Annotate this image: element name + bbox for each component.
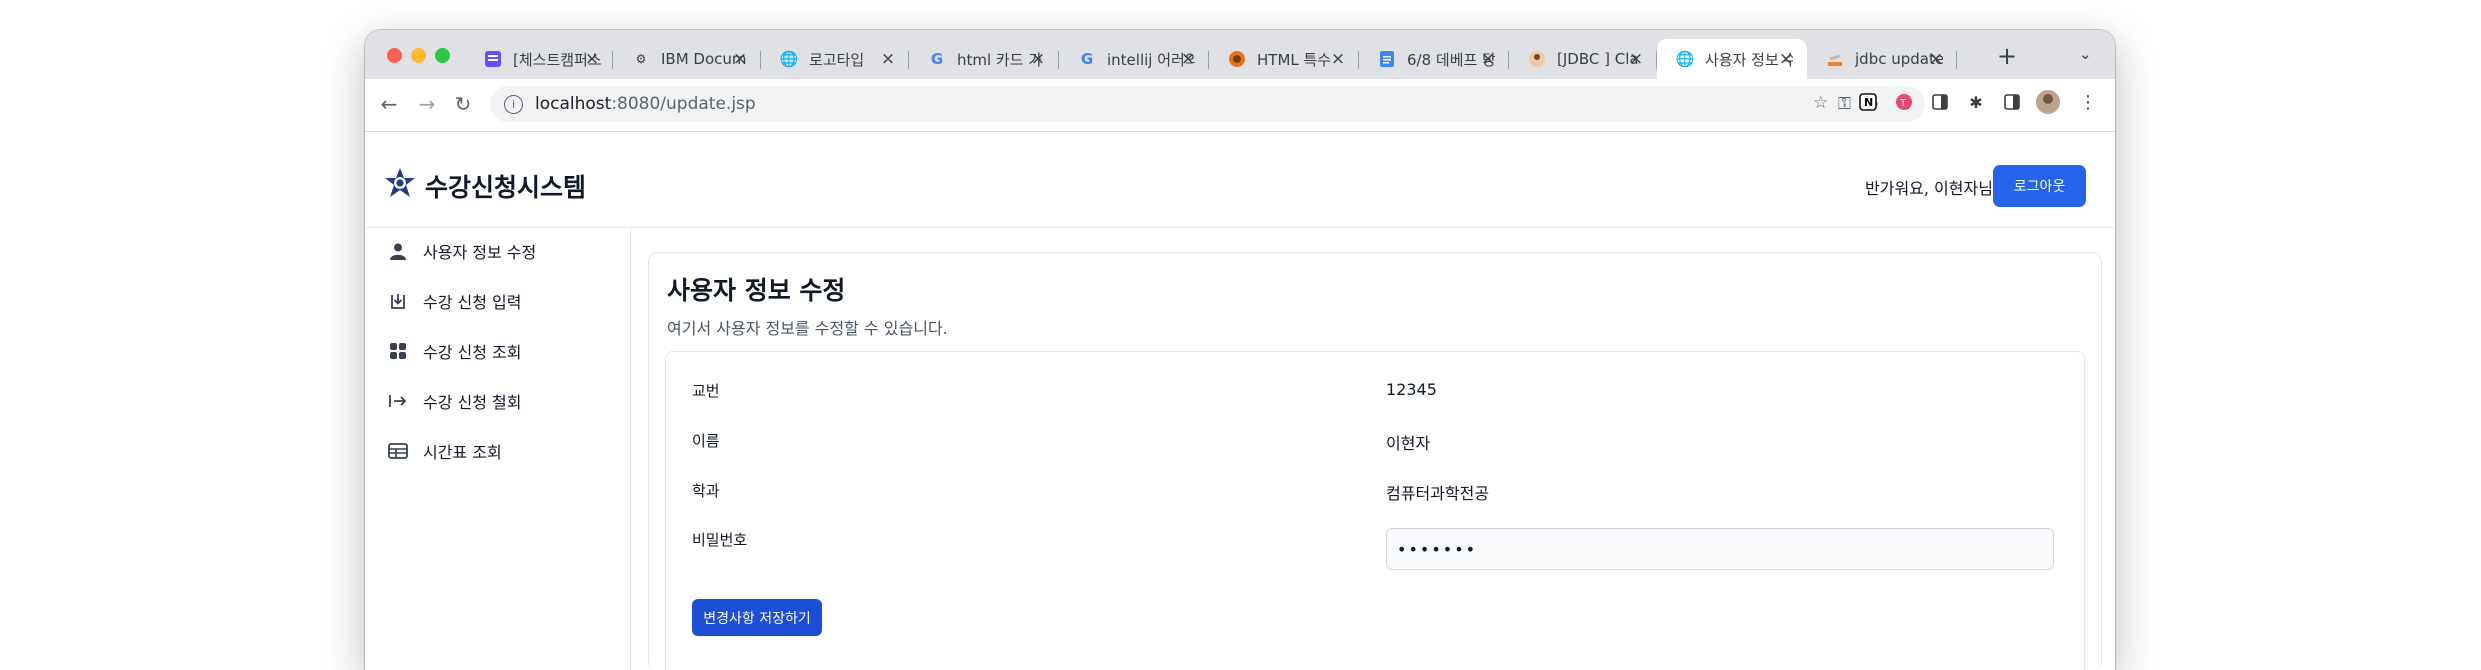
- maximize-window-button[interactable]: [435, 48, 450, 63]
- id-value: 12345: [1386, 380, 1437, 399]
- department-value: 컴퓨터과학전공: [1386, 484, 1490, 503]
- notion-extension-icon[interactable]: N: [1857, 91, 1879, 113]
- close-tab-icon[interactable]: ×: [583, 49, 601, 69]
- sidebar-item-label: 시간표 조회: [423, 443, 502, 462]
- svg-text:T: T: [1899, 98, 1907, 109]
- sidebar-item-label: 수강 신청 입력: [423, 293, 522, 312]
- extension-sidebar-icon[interactable]: [1929, 91, 1951, 113]
- brand-title: 수강신청시스템: [425, 173, 587, 202]
- welcome-message: 반가워요, 이현자님!: [1865, 179, 2000, 198]
- close-window-button[interactable]: [387, 48, 402, 63]
- forward-icon[interactable]: →: [415, 92, 439, 116]
- google-icon: G: [1080, 50, 1094, 68]
- sidebar-item-label: 수강 신청 조회: [423, 343, 522, 362]
- close-tab-icon[interactable]: ×: [1179, 49, 1197, 69]
- grid-icon: [387, 340, 409, 362]
- id-label: 교번: [692, 382, 720, 400]
- password-field[interactable]: •••••••: [1386, 528, 2054, 570]
- close-tab-icon[interactable]: ×: [731, 49, 749, 69]
- sidebar: 사용자 정보 수정 수강 신청 입력 수강 신청 조회 수강 신청 철회 시간표…: [365, 228, 631, 670]
- extension-red-icon[interactable]: T: [1893, 91, 1915, 113]
- browser-tab[interactable]: HTML 특수 ×: [1209, 39, 1359, 79]
- department-label: 학과: [692, 482, 720, 500]
- table-icon: [387, 440, 409, 462]
- globe-icon: 🌐: [1675, 50, 1695, 68]
- arrow-right-bar-icon: [387, 390, 409, 412]
- web-page: 수강신청시스템 반가워요, 이현자님! 로그아웃 사용자 정보 수정 수강 신청…: [365, 132, 2115, 670]
- close-tab-icon[interactable]: ×: [1329, 49, 1347, 69]
- close-tab-icon[interactable]: ×: [1029, 49, 1047, 69]
- browser-tab[interactable]: 🌐 로고타입 ×: [761, 39, 909, 79]
- stackoverflow-icon: [1825, 49, 1845, 69]
- browser-tab[interactable]: [JDBC ] Cla ×: [1509, 39, 1657, 79]
- sidebar-item-enroll[interactable]: 수강 신청 입력: [387, 286, 522, 316]
- inbox-download-icon: [387, 290, 409, 312]
- close-tab-icon[interactable]: ×: [1927, 49, 1945, 69]
- password-label: 비밀번호: [692, 531, 748, 549]
- browser-window: [체스트캠퍼스 × ⚙ IBM Docum × 🌐 로고타입 × G html …: [365, 30, 2115, 670]
- sidebar-item-label: 사용자 정보 수정: [423, 243, 537, 262]
- browser-tab-active[interactable]: 🌐 사용자 정보 수 ×: [1657, 39, 1807, 79]
- minimize-window-button[interactable]: [411, 48, 426, 63]
- google-icon: G: [930, 50, 944, 68]
- url-path: :8080/update.jsp: [611, 94, 756, 114]
- name-value: 이현자: [1386, 434, 1431, 453]
- key-icon[interactable]: ⚿: [1838, 94, 1851, 114]
- logout-button[interactable]: 로그아웃: [1993, 165, 2086, 207]
- close-tab-icon[interactable]: ×: [1777, 49, 1795, 69]
- logo-icon: [383, 166, 417, 200]
- browser-tab[interactable]: jdbc update ×: [1807, 39, 1957, 79]
- user-icon: [387, 240, 409, 262]
- avatar-icon: [1527, 49, 1547, 69]
- profile-avatar-icon[interactable]: [2035, 89, 2061, 115]
- name-label: 이름: [692, 432, 720, 450]
- app-header: 수강신청시스템 반가워요, 이현자님! 로그아웃: [365, 132, 2115, 228]
- sidebar-item-withdraw[interactable]: 수강 신청 철회: [387, 386, 522, 416]
- browser-tab[interactable]: 6/8 데베프 당 ×: [1359, 39, 1509, 79]
- window-controls: [387, 48, 450, 63]
- back-icon[interactable]: ←: [377, 92, 401, 116]
- notion-purple-icon: [483, 49, 503, 69]
- sidebar-item-view-enrollment[interactable]: 수강 신청 조회: [387, 336, 522, 366]
- browser-tab[interactable]: ⚙ IBM Docum ×: [613, 39, 761, 79]
- browser-tab[interactable]: [체스트캠퍼스 ×: [465, 39, 613, 79]
- docs-icon: [1377, 49, 1397, 69]
- new-tab-icon[interactable]: +: [1992, 42, 2022, 70]
- tab-strip: [체스트캠퍼스 × ⚙ IBM Docum × 🌐 로고타입 × G html …: [365, 30, 2115, 79]
- close-tab-icon[interactable]: ×: [879, 49, 897, 69]
- reload-icon[interactable]: ↻: [451, 92, 475, 116]
- url-host: localhost: [535, 94, 612, 114]
- sidebar-item-label: 수강 신청 철회: [423, 393, 522, 412]
- address-bar[interactable]: i localhost:8080/update.jsp ⚿ ⌕ ⇪: [490, 86, 1925, 122]
- browser-toolbar: ← → ↻ i localhost:8080/update.jsp ⚿ ⌕ ⇪ …: [365, 79, 2115, 132]
- site-info-icon[interactable]: i: [504, 94, 523, 114]
- sidebar-item-timetable[interactable]: 시간표 조회: [387, 436, 502, 466]
- user-form: 교번 12345 이름 이현자 학과 컴퓨터과학전공 비밀번호 ••••••• …: [665, 351, 2085, 670]
- save-changes-button[interactable]: 변경사항 저장하기: [692, 599, 822, 636]
- side-panel-icon[interactable]: [2001, 91, 2023, 113]
- close-tab-icon[interactable]: ×: [1479, 49, 1497, 69]
- bookmark-star-icon[interactable]: ☆: [1813, 93, 1828, 113]
- extensions-puzzle-icon[interactable]: ✱: [1965, 91, 1987, 113]
- html-icon: [1227, 49, 1247, 69]
- page-title: 사용자 정보 수정: [667, 276, 846, 305]
- chevron-down-icon[interactable]: ⌄: [2079, 45, 2092, 63]
- svg-text:N: N: [1864, 96, 1873, 109]
- sidebar-item-edit-user[interactable]: 사용자 정보 수정: [387, 236, 536, 266]
- page-description: 여기서 사용자 정보를 수정할 수 있습니다.: [667, 319, 948, 338]
- close-tab-icon[interactable]: ×: [1627, 49, 1645, 69]
- kebab-menu-icon[interactable]: ⋮: [2077, 91, 2099, 113]
- browser-tab[interactable]: G html 카드 가 ×: [909, 39, 1059, 79]
- browser-tab[interactable]: G intellij 어러의 ×: [1059, 39, 1209, 79]
- ibm-icon: ⚙: [635, 52, 647, 66]
- edit-user-card: 사용자 정보 수정 여기서 사용자 정보를 수정할 수 있습니다. 교번 123…: [648, 252, 2102, 670]
- globe-icon: 🌐: [779, 50, 799, 68]
